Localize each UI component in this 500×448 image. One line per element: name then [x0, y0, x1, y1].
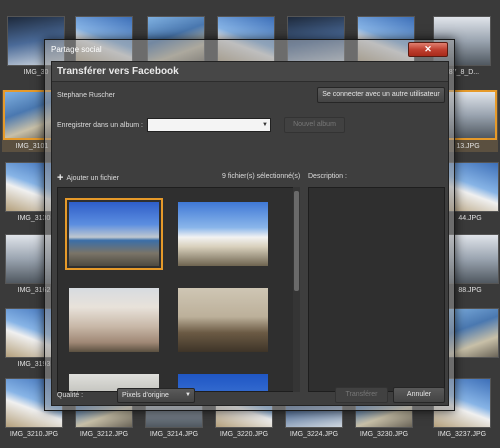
photos-scrollbar[interactable] — [293, 187, 300, 392]
photo-image — [69, 288, 159, 352]
description-textarea[interactable] — [308, 187, 445, 392]
dialog-heading: Transférer vers Facebook — [57, 66, 179, 77]
quality-label: Qualité : — [57, 392, 84, 399]
photo-thumbnail[interactable] — [65, 284, 163, 356]
thumbnail-caption: IMG_3220.JPG — [219, 431, 269, 438]
add-file-label: Ajouter un fichier — [66, 175, 119, 182]
window-title: Partage social — [51, 45, 102, 54]
user-name: Stephane Ruscher — [57, 92, 115, 99]
dialog-body: Transférer vers Facebook Stephane Rusche… — [51, 61, 449, 406]
selected-photos-grid — [57, 187, 299, 392]
selected-count: 9 fichier(s) sélectionné(s) — [222, 173, 301, 180]
thumbnail-caption: IMG_3230.JPG — [359, 431, 409, 438]
photo-thumbnail[interactable] — [65, 198, 163, 270]
album-select[interactable]: ▼ — [147, 118, 271, 132]
quality-value: Pixels d'origine — [122, 392, 169, 399]
thumbnail-caption: IMG_3237.JPG — [437, 431, 487, 438]
photo-image — [178, 288, 268, 352]
thumbnail-caption: IMG_3214.JPG — [149, 431, 199, 438]
quality-select[interactable]: Pixels d'origine ▼ — [117, 388, 195, 403]
description-label: Description : — [308, 173, 347, 180]
chevron-down-icon: ▼ — [185, 392, 191, 398]
share-dialog: Partage social ✕ Transférer vers Faceboo… — [44, 39, 455, 411]
dialog-header: Transférer vers Facebook — [52, 62, 448, 82]
thumbnail-caption: IMG_3224.JPG — [289, 431, 339, 438]
photo-thumbnail[interactable] — [174, 284, 272, 356]
album-label: Enregistrer dans un album : — [57, 122, 143, 129]
close-icon: ✕ — [424, 44, 432, 54]
transfer-button[interactable]: Transférer — [335, 387, 388, 403]
new-album-button[interactable]: Nouvel album — [284, 117, 345, 133]
cancel-button[interactable]: Annuler — [393, 387, 445, 403]
photo-image — [178, 202, 268, 266]
thumbnail-caption: IMG_3212.JPG — [79, 431, 129, 438]
scrollbar-thumb[interactable] — [294, 191, 299, 291]
add-file-button[interactable]: + Ajouter un fichier — [57, 172, 119, 184]
dialog-titlebar[interactable]: Partage social ✕ — [45, 40, 454, 61]
connect-other-user-button[interactable]: Se connecter avec un autre utilisateur — [317, 87, 445, 103]
close-button[interactable]: ✕ — [408, 42, 448, 57]
thumbnail-caption: IMG_3210.JPG — [9, 431, 59, 438]
photo-image — [69, 202, 159, 266]
photo-thumbnail[interactable] — [174, 198, 272, 270]
plus-icon: + — [57, 172, 64, 184]
chevron-down-icon: ▼ — [262, 122, 268, 128]
